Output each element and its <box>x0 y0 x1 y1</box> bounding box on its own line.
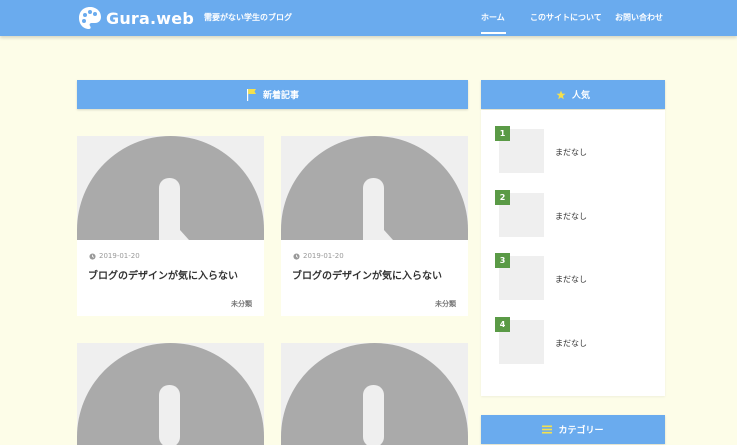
post-date: 2019-01-20 <box>293 252 344 260</box>
post-card[interactable] <box>77 343 264 445</box>
post-category: 未分類 <box>231 300 252 308</box>
post-card[interactable]: 2019-01-20 ブログのデザインが気に入らない 未分類 <box>77 136 264 316</box>
rank-badge: 2 <box>495 190 510 205</box>
post-thumbnail <box>281 136 468 240</box>
menu-icon <box>542 425 553 434</box>
post-date: 2019-01-20 <box>89 252 140 260</box>
post-thumbnail <box>77 136 264 240</box>
post-thumbnail <box>77 343 264 445</box>
post-title: ブログのデザインが気に入らない <box>88 271 238 282</box>
post-card[interactable]: 2019-01-20 ブログのデザインが気に入らない 未分類 <box>281 136 468 316</box>
category-header: カテゴリー <box>481 415 665 444</box>
ranking-header: 人気 <box>481 80 665 109</box>
new-posts-header: 新着記事 <box>77 80 468 109</box>
ranking-text: まだなし <box>555 275 587 284</box>
rank-badge: 4 <box>495 317 510 332</box>
nav-home[interactable]: ホーム <box>481 12 505 23</box>
ranking-text: まだなし <box>555 212 587 221</box>
nav-active-indicator <box>481 32 506 34</box>
ranking-text: まだなし <box>555 148 587 157</box>
rank-badge: 3 <box>495 253 510 268</box>
clock-icon <box>89 252 96 260</box>
site-logo[interactable]: Gura.web <box>77 5 194 31</box>
new-posts-title: 新着記事 <box>262 91 299 101</box>
site-header: Gura.web 需要がない学生のブログ ホーム このサイトについて お問い合わ… <box>0 0 737 36</box>
clock-icon <box>293 252 300 260</box>
post-title: ブログのデザインが気に入らない <box>292 271 442 282</box>
category-title: カテゴリー <box>558 426 604 436</box>
nav-contact[interactable]: お問い合わせ <box>615 12 663 23</box>
ranking-text: まだなし <box>555 339 587 348</box>
post-card[interactable] <box>281 343 468 445</box>
ranking-list: 1 まだなし 2 まだなし 3 まだなし 4 まだなし <box>481 110 665 396</box>
ranking-item[interactable]: 1 まだなし <box>495 126 655 173</box>
ranking-item[interactable]: 3 まだなし <box>495 253 655 300</box>
post-category: 未分類 <box>435 300 456 308</box>
post-date-text: 2019-01-20 <box>303 252 344 260</box>
ranking-title: 人気 <box>571 91 590 101</box>
flag-icon <box>246 88 257 101</box>
logo-text: Gura.web <box>106 8 194 28</box>
star-icon <box>556 90 566 100</box>
post-date-text: 2019-01-20 <box>99 252 140 260</box>
ranking-item[interactable]: 4 まだなし <box>495 317 655 364</box>
site-tagline: 需要がない学生のブログ <box>204 13 292 22</box>
nav-about[interactable]: このサイトについて <box>530 12 602 23</box>
ranking-item[interactable]: 2 まだなし <box>495 190 655 237</box>
rank-badge: 1 <box>495 126 510 141</box>
palette-icon <box>77 5 103 31</box>
post-thumbnail <box>281 343 468 445</box>
